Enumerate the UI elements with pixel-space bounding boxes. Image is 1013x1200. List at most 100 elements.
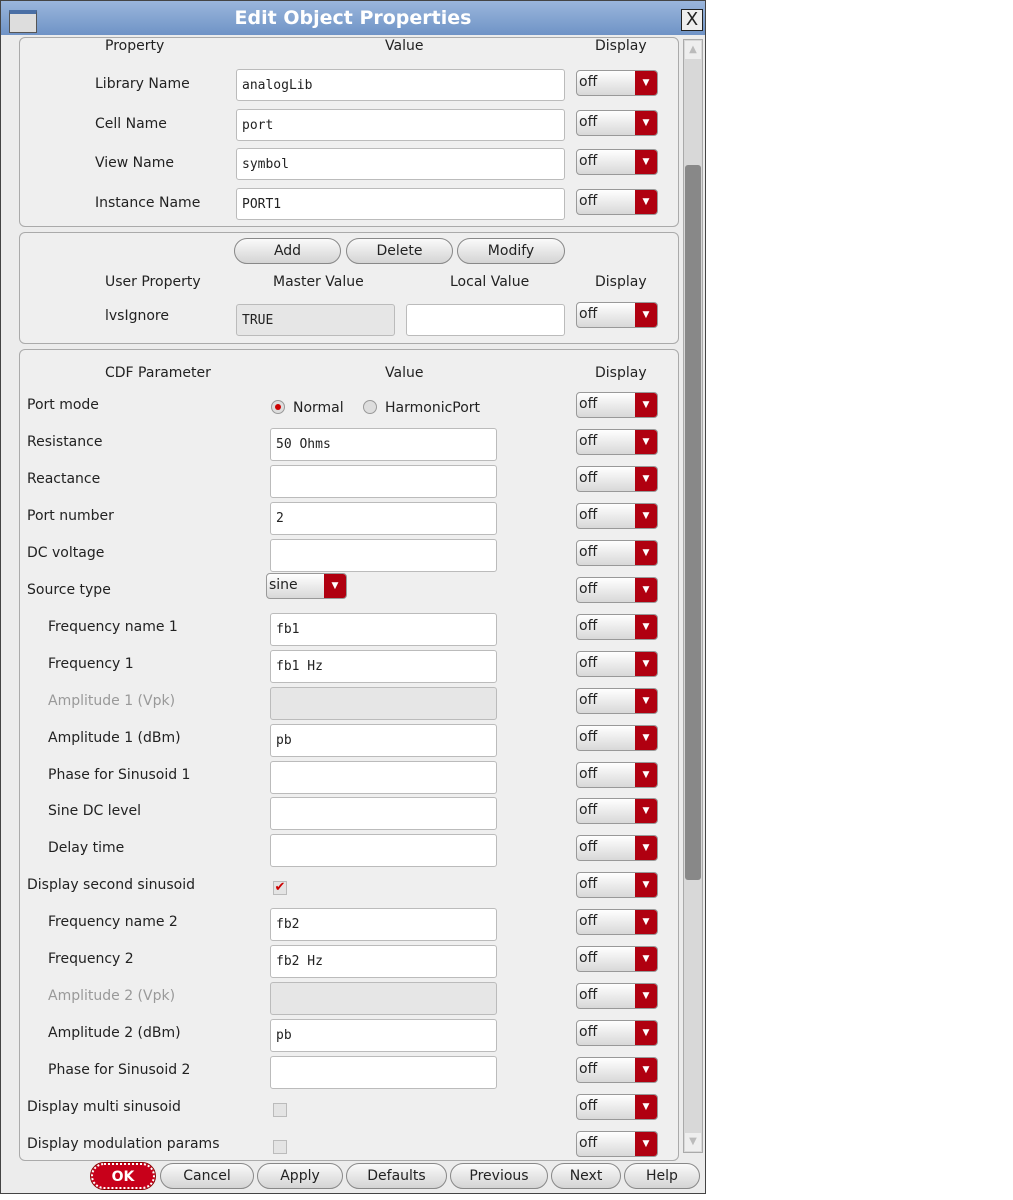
parameter-input[interactable]: fb2 Hz [270, 945, 497, 979]
parameter-input[interactable] [270, 797, 497, 831]
dropdown-value: off [579, 1061, 598, 1078]
dropdown-value: off [579, 876, 598, 893]
chevron-down-icon: ▼ [635, 110, 657, 135]
display-dropdown[interactable]: off ▼ [576, 576, 658, 603]
source-type-dropdown[interactable]: sine ▼ [266, 572, 347, 599]
display-dropdown[interactable]: off ▼ [576, 109, 658, 136]
display-dropdown[interactable]: off ▼ [576, 613, 658, 640]
parameter-label: Port number [27, 507, 114, 524]
property-value-input[interactable]: PORT1 [236, 187, 565, 220]
display-dropdown[interactable]: off ▼ [576, 149, 658, 175]
scrollbar-thumb[interactable] [685, 165, 701, 880]
display-dropdown[interactable]: off ▼ [576, 909, 658, 936]
parameter-label: Frequency 1 [48, 655, 134, 672]
chevron-down-icon: ▼ [635, 71, 657, 95]
parameter-input [270, 982, 497, 1016]
delete-button[interactable]: Delete [346, 238, 453, 264]
parameter-input[interactable]: fb1 [270, 612, 497, 646]
display-dropdown[interactable]: off ▼ [576, 650, 658, 677]
parameter-label: Amplitude 2 (Vpk) [48, 988, 176, 1005]
display-dropdown[interactable]: off ▼ [576, 428, 658, 455]
edit-object-properties-dialog: Edit Object Properties X Property Value Di… [0, 0, 706, 1194]
chevron-down-icon: ▼ [635, 725, 657, 750]
scroll-up-icon[interactable]: ▲ [685, 41, 701, 59]
dropdown-value: off [579, 1135, 598, 1151]
parameter-label: Display second sinusoid [27, 877, 195, 894]
help-button[interactable]: Help [624, 1163, 700, 1189]
parameter-input[interactable] [270, 1056, 497, 1090]
chevron-down-icon: ▼ [635, 836, 657, 861]
local-value-input[interactable] [406, 304, 565, 336]
parameter-input[interactable]: pb [270, 1019, 497, 1053]
defaults-button[interactable]: Defaults [346, 1163, 447, 1189]
parameter-input[interactable]: pb [270, 723, 497, 757]
ok-button[interactable]: OK [90, 1162, 156, 1190]
radio-harmonicport[interactable] [363, 400, 377, 414]
property-value-input[interactable]: analogLib [236, 69, 565, 101]
display-dropdown[interactable]: off ▼ [576, 724, 658, 751]
checkbox[interactable] [273, 1140, 287, 1154]
display-dropdown[interactable]: off ▼ [576, 188, 658, 215]
chevron-down-icon: ▼ [635, 429, 657, 454]
parameter-label: Amplitude 2 (dBm) [48, 1025, 181, 1042]
vertical-scrollbar[interactable]: ▲ ▼ [683, 39, 703, 1153]
checkbox[interactable] [273, 1103, 287, 1118]
scroll-down-icon[interactable]: ▼ [685, 1133, 701, 1151]
parameter-input[interactable]: 50 Ohms [270, 427, 497, 461]
display-dropdown[interactable]: off ▼ [576, 465, 658, 492]
parameter-input[interactable]: fb1 Hz [270, 649, 497, 683]
parameter-input[interactable]: fb2 [270, 908, 497, 942]
property-value-input[interactable]: port [236, 108, 565, 141]
dropdown-value: off [579, 802, 598, 819]
display-dropdown[interactable]: off ▼ [576, 70, 658, 96]
close-button[interactable]: X [681, 9, 703, 31]
dropdown-value: off [579, 153, 598, 169]
chevron-down-icon: ▼ [635, 1095, 657, 1120]
parameter-input[interactable] [270, 464, 497, 498]
display-dropdown[interactable]: off ▼ [576, 983, 658, 1010]
display-dropdown[interactable]: off ▼ [576, 835, 658, 862]
checkmark-icon[interactable]: ✔ [273, 881, 287, 896]
display-dropdown[interactable]: off ▼ [576, 872, 658, 899]
display-dropdown[interactable]: off ▼ [576, 946, 658, 973]
parameter-label: Port mode [27, 397, 99, 413]
cancel-button[interactable]: Cancel [160, 1163, 254, 1189]
chevron-down-icon: ▼ [635, 651, 657, 676]
parameter-label: Delay time [48, 840, 125, 857]
display-dropdown[interactable]: off ▼ [576, 1020, 658, 1047]
parameter-input[interactable]: 2 [270, 501, 497, 535]
next-button[interactable]: Next [551, 1163, 621, 1189]
chevron-down-icon: ▼ [635, 189, 657, 214]
apply-button[interactable]: Apply [257, 1163, 343, 1189]
display-dropdown[interactable]: off ▼ [576, 392, 658, 418]
property-value-input[interactable]: symbol [236, 148, 565, 180]
parameter-input[interactable] [270, 834, 497, 868]
title-bar[interactable]: Edit Object Properties X [1, 1, 705, 35]
display-dropdown[interactable]: off ▼ [576, 1094, 658, 1121]
radio-normal[interactable] [271, 400, 285, 414]
display-dropdown[interactable]: off ▼ [576, 302, 658, 328]
display-dropdown[interactable]: off ▼ [576, 539, 658, 566]
add-button[interactable]: Add [234, 238, 341, 264]
dropdown-value: off [579, 654, 598, 671]
property-label: View Name [95, 155, 174, 171]
display-dropdown[interactable]: off ▼ [576, 798, 658, 825]
display-dropdown[interactable]: off ▼ [576, 502, 658, 529]
chevron-down-icon: ▼ [635, 393, 657, 417]
parameter-input[interactable] [270, 760, 497, 794]
dropdown-value: off [579, 74, 598, 90]
parameter-label: Frequency name 1 [48, 618, 178, 635]
modify-button[interactable]: Modify [457, 238, 565, 264]
parameter-input[interactable] [270, 538, 497, 572]
display-dropdown[interactable]: off ▼ [576, 1057, 658, 1084]
display-dropdown[interactable]: off ▼ [576, 1131, 658, 1157]
display-dropdown[interactable]: off ▼ [576, 761, 658, 788]
property-label: Cell Name [95, 115, 167, 132]
previous-button[interactable]: Previous [450, 1163, 548, 1189]
column-header: Value [385, 38, 424, 54]
chevron-down-icon: ▼ [635, 503, 657, 528]
parameter-label: Reactance [27, 470, 101, 487]
dropdown-value: off [579, 950, 598, 967]
display-dropdown[interactable]: off ▼ [576, 687, 658, 714]
parameter-label: Source type [27, 581, 111, 598]
